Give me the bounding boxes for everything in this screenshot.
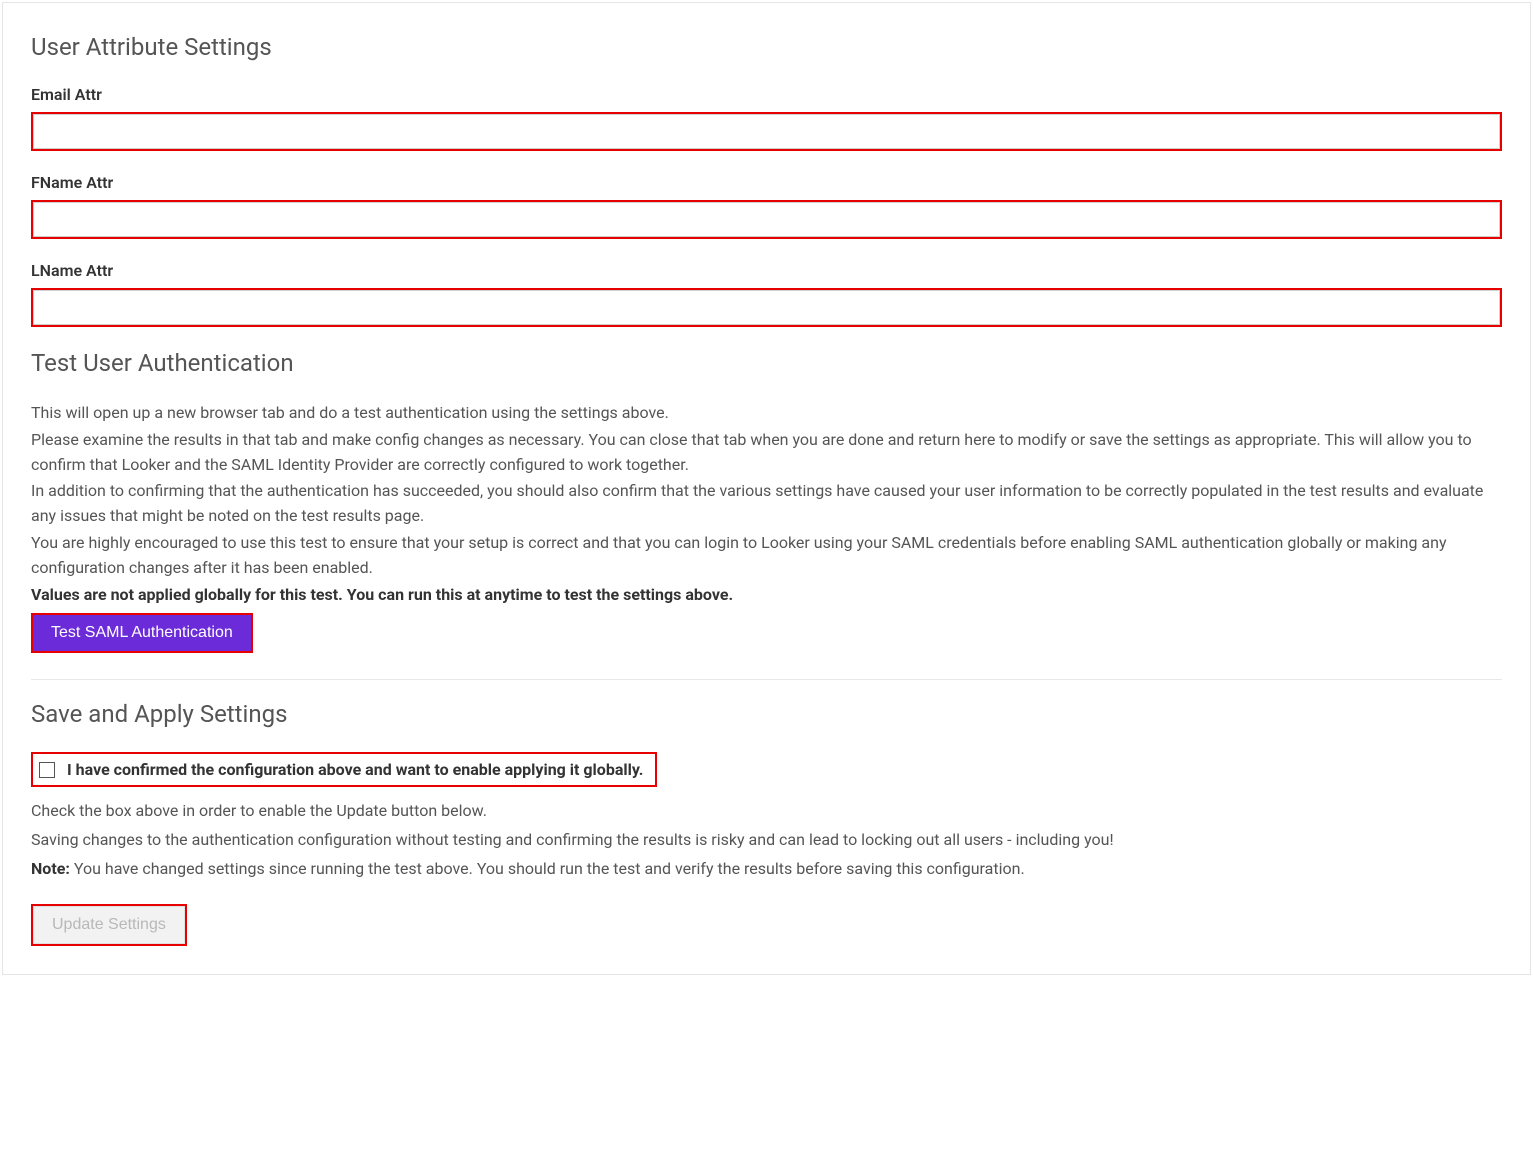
update-settings-highlight: Update Settings bbox=[31, 904, 187, 946]
update-settings-button[interactable]: Update Settings bbox=[33, 906, 185, 944]
fname-attr-group: FName Attr bbox=[31, 173, 1502, 239]
email-attr-group: Email Attr bbox=[31, 85, 1502, 151]
confirm-label: I have confirmed the configuration above… bbox=[67, 760, 643, 779]
save-desc-1: Check the box above in order to enable t… bbox=[31, 799, 1502, 824]
email-attr-highlight bbox=[31, 112, 1502, 151]
lname-attr-highlight bbox=[31, 288, 1502, 327]
test-auth-desc-4: You are highly encouraged to use this te… bbox=[31, 531, 1502, 581]
save-desc-2: Saving changes to the authentication con… bbox=[31, 828, 1502, 853]
settings-panel: User Attribute Settings Email Attr FName… bbox=[2, 2, 1531, 975]
save-note-text: You have changed settings since running … bbox=[70, 859, 1025, 878]
separator bbox=[31, 679, 1502, 680]
lname-attr-input[interactable] bbox=[33, 290, 1500, 325]
fname-attr-label: FName Attr bbox=[31, 173, 1502, 192]
email-attr-input[interactable] bbox=[33, 114, 1500, 149]
email-attr-label: Email Attr bbox=[31, 85, 1502, 104]
test-auth-desc-1: This will open up a new browser tab and … bbox=[31, 401, 1502, 426]
test-auth-desc-3: In addition to confirming that the authe… bbox=[31, 479, 1502, 529]
confirm-highlight: I have confirmed the configuration above… bbox=[31, 752, 657, 787]
fname-attr-input[interactable] bbox=[33, 202, 1500, 237]
test-saml-highlight: Test SAML Authentication bbox=[31, 613, 253, 653]
test-auth-desc-5: Values are not applied globally for this… bbox=[31, 583, 1502, 608]
fname-attr-highlight bbox=[31, 200, 1502, 239]
save-note: Note: You have changed settings since ru… bbox=[31, 857, 1502, 882]
lname-attr-group: LName Attr bbox=[31, 261, 1502, 327]
save-apply-title: Save and Apply Settings bbox=[31, 700, 1502, 728]
user-attribute-settings-title: User Attribute Settings bbox=[31, 33, 1502, 61]
test-auth-desc-2: Please examine the results in that tab a… bbox=[31, 428, 1502, 478]
test-saml-button[interactable]: Test SAML Authentication bbox=[33, 615, 251, 651]
lname-attr-label: LName Attr bbox=[31, 261, 1502, 280]
test-user-auth-title: Test User Authentication bbox=[31, 349, 1502, 377]
save-note-label: Note: bbox=[31, 859, 70, 878]
confirm-checkbox[interactable] bbox=[39, 762, 55, 778]
